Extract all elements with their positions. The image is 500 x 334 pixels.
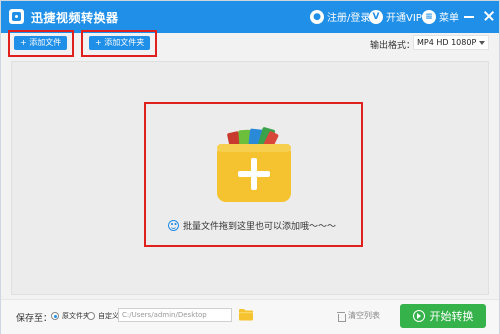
browse-folder-icon[interactable] [238, 308, 254, 321]
play-icon [412, 310, 425, 322]
radio-custom-folder[interactable] [87, 312, 95, 320]
output-format-value: MP4 HD 1080P [417, 38, 477, 47]
menu-button[interactable]: ≡ 菜单 [422, 9, 459, 24]
login-button[interactable]: ● 注册/登录 [310, 9, 370, 24]
smile-icon [168, 220, 179, 231]
output-path-field[interactable]: C:/Users/admin/Desktop [118, 308, 232, 322]
add-folder-big-icon[interactable] [214, 124, 294, 202]
close-icon[interactable] [483, 10, 495, 22]
vip-button[interactable]: V 开通VIP [369, 9, 422, 24]
app-window: 迅捷视频转换器 ● 注册/登录 V 开通VIP ≡ 菜单 + 添加文件 + 添加… [0, 0, 500, 334]
chevron-down-icon [479, 41, 485, 45]
drop-hint: 批量文件拖到这里也可以添加哦～～～ [168, 219, 336, 232]
menu-label: 菜单 [439, 13, 459, 24]
vip-icon: V [369, 9, 383, 24]
menu-icon: ≡ [422, 9, 436, 24]
login-label: 注册/登录 [327, 13, 371, 24]
add-folder-button[interactable]: + 添加文件夹 [89, 36, 151, 50]
save-to-label: 保存至： [16, 314, 53, 324]
start-convert-label: 开始转换 [429, 310, 474, 323]
app-logo-icon [9, 9, 24, 24]
drop-hint-text: 批量文件拖到这里也可以添加哦～～～ [183, 222, 337, 232]
radio-original-folder[interactable] [51, 312, 59, 320]
output-format-select[interactable]: MP4 HD 1080P [413, 35, 489, 50]
add-file-button[interactable]: + 添加文件 [14, 36, 68, 50]
clear-list-label: 清空列表 [348, 311, 380, 320]
radio-custom-label: 自定义 [98, 312, 119, 320]
app-title: 迅捷视频转换器 [31, 11, 119, 25]
start-convert-button[interactable]: 开始转换 [400, 304, 486, 328]
title-bar: 迅捷视频转换器 ● 注册/登录 V 开通VIP ≡ 菜单 [1, 1, 499, 33]
trash-icon [337, 311, 346, 322]
clear-list-button[interactable]: 清空列表 [337, 310, 380, 322]
radio-original-label: 原文件夹 [62, 312, 90, 320]
user-icon: ● [310, 9, 324, 24]
vip-label: 开通VIP [386, 13, 422, 24]
output-format-label: 输出格式： [370, 41, 416, 51]
minimize-icon[interactable] [463, 10, 475, 22]
